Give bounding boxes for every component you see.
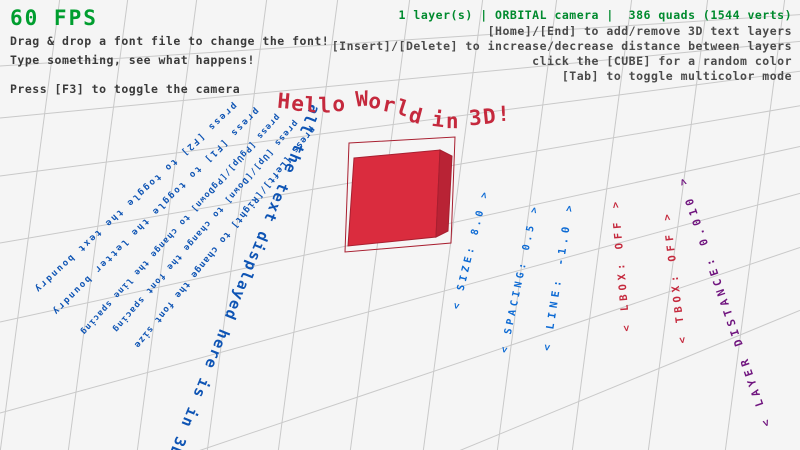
status-bar: 1 layer(s) | ORBITAL camera | 386 quads …	[332, 8, 792, 22]
wave-char: n	[446, 111, 460, 132]
camera-toggle-hint: Press [F3] to toggle the camera	[10, 82, 329, 97]
wave-char: l	[318, 96, 332, 117]
help-line: [Insert]/[Delete] to increase/decrease d…	[332, 41, 792, 53]
instructions: Drag & drop a font file to change the fo…	[10, 34, 329, 68]
help-line: click the [CUBE] for a random color	[332, 56, 792, 68]
help-line: [Home]/[End] to add/remove 3D text layer…	[332, 26, 792, 38]
fps-counter: 60 FPS	[10, 6, 329, 30]
hud-top-left: 60 FPS Drag & drop a font file to change…	[10, 0, 329, 97]
3d-viewport[interactable]: 60 FPS Drag & drop a font file to change…	[0, 0, 800, 450]
hud-top-right: 1 layer(s) | ORBITAL camera | 386 quads …	[332, 0, 792, 82]
wave-char: 3	[468, 107, 483, 129]
instruction-line: Drag & drop a font file to change the fo…	[10, 34, 329, 49]
wave-char: l	[304, 95, 319, 117]
wave-char: !	[496, 104, 511, 126]
help-line: [Tab] to toggle multicolor mode	[332, 71, 792, 83]
wave-char: D	[482, 106, 498, 128]
instruction-line: Type something, see what happens!	[10, 53, 329, 68]
red-cube[interactable]	[348, 150, 440, 246]
help-list: [Home]/[End] to add/remove 3D text layer…	[332, 26, 792, 83]
